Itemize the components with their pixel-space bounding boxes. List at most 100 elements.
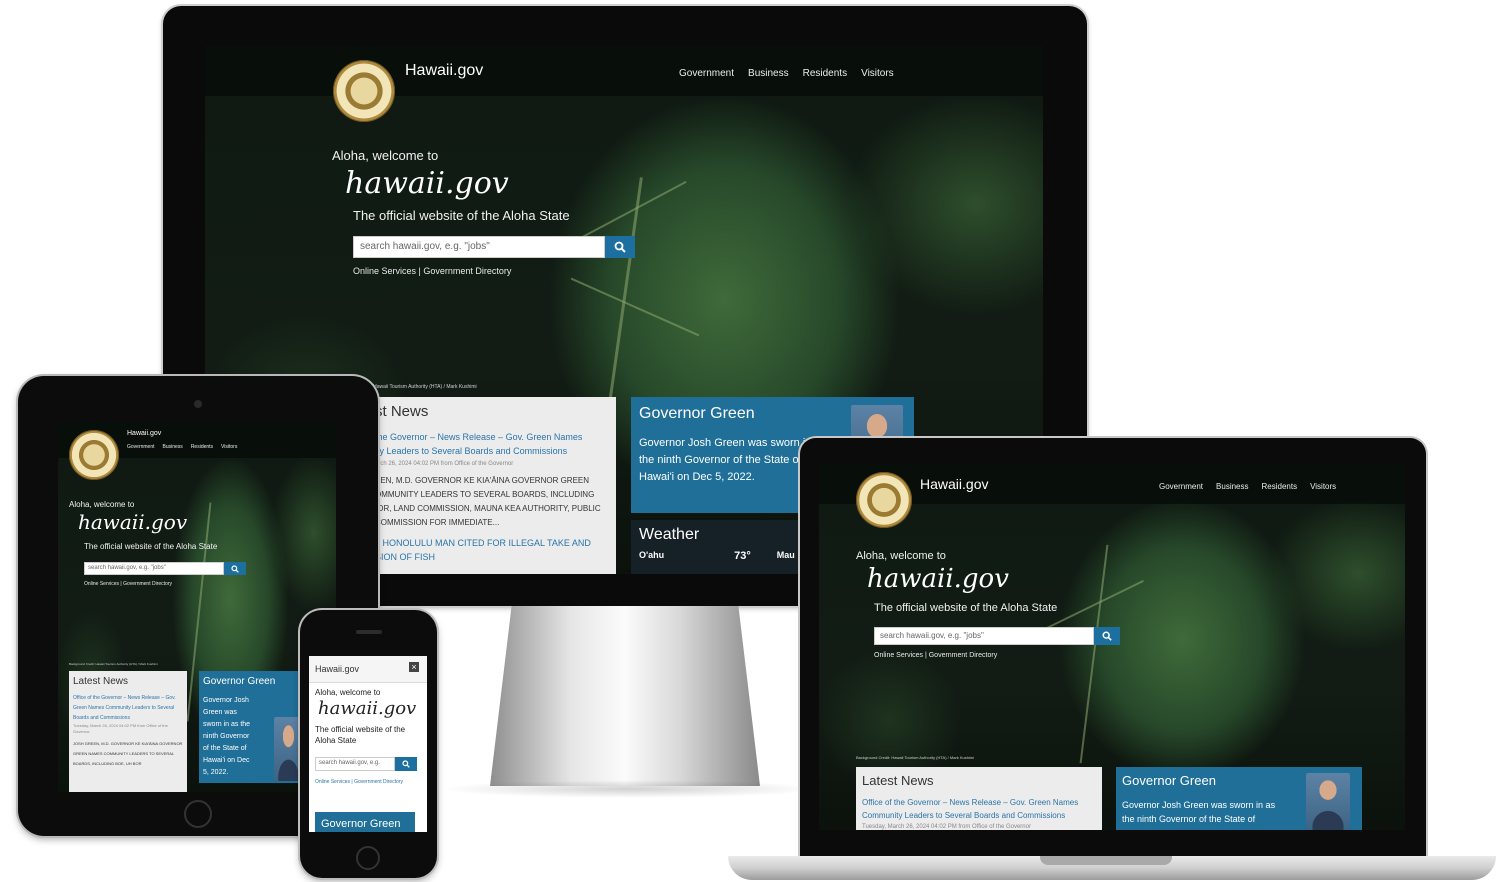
tagline: The official website of the Aloha State [84, 542, 218, 551]
news-item-body: OMMUNITY LEADERS TO SEVERAL BOARDS, INCL… [375, 490, 595, 499]
search-icon [402, 760, 410, 768]
main-nav: Government Business Residents Visitors [127, 444, 237, 450]
site-title[interactable]: Hawaii.gov [920, 476, 988, 492]
weather-island: O'ahu [639, 550, 665, 560]
search-icon [1102, 631, 1112, 641]
nav-business[interactable]: Business [1216, 482, 1248, 491]
leaf-vein [1044, 579, 1144, 631]
leaf-vein [570, 277, 700, 337]
governor-card: Governor Green Governor Josh Green was s… [199, 671, 303, 783]
tablet-camera [194, 400, 202, 408]
quick-links[interactable]: Online Services | Government Directory [874, 652, 997, 659]
news-item-body: EEN, M.D. GOVERNOR KE KIA'ĀINA GOVERNOR … [375, 476, 590, 485]
monitor-shadow [440, 780, 820, 798]
top-navbar [205, 46, 1043, 96]
nav-visitors[interactable]: Visitors [221, 444, 237, 450]
search-button[interactable] [224, 562, 246, 575]
welcome-text: Aloha, welcome to [69, 500, 135, 509]
governor-photo [1306, 773, 1350, 830]
nav-visitors[interactable]: Visitors [1310, 482, 1336, 491]
news-item-date: arch 26, 2024 04:02 PM from Office of th… [375, 461, 514, 467]
site-title[interactable]: Hawaii.gov [127, 430, 161, 437]
quick-links[interactable]: Online Services | Government Directory [84, 581, 172, 587]
state-seal-logo[interactable] [856, 472, 912, 528]
site-title[interactable]: Hawaii.gov [315, 664, 359, 674]
latest-news-card: Latest News Office of the Governor – New… [69, 671, 187, 792]
laptop-lid: Hawaii.gov Government Business Residents… [800, 438, 1426, 858]
news-item-body: COMMISSION FOR IMMEDIATE... [375, 518, 500, 527]
governor-photo [274, 717, 303, 781]
state-seal-logo[interactable] [333, 60, 395, 122]
tagline: The official website of the Aloha State [315, 725, 406, 745]
news-item-link[interactable]: Office of the Governor – News Release – … [73, 693, 183, 723]
news-item-link[interactable]: SION OF FISH [375, 550, 616, 564]
tagline: The official website of the Aloha State [874, 602, 1058, 614]
news-heading: Latest News [862, 773, 934, 788]
search-input[interactable]: search hawaii.gov, e.g. "jobs" [874, 627, 1094, 645]
governor-heading: Governor Green [203, 676, 276, 687]
main-nav: Government Business Residents Visitors [1159, 482, 1336, 491]
tablet-screen: Hawaii.gov Government Business Residents… [58, 422, 336, 792]
search-input[interactable]: search hawaii.gov, e.g. "jobs" [84, 562, 224, 575]
search-icon [231, 564, 239, 573]
nav-business[interactable]: Business [163, 444, 183, 450]
nav-business[interactable]: Business [748, 68, 789, 79]
search-input[interactable]: search hawaii.gov, e.g. [315, 757, 395, 771]
news-item-date: Tuesday, March 26, 2024 04:02 PM from Of… [73, 723, 168, 734]
photo-credit: Background Credit: Hawaii Tourism Author… [856, 755, 975, 760]
nav-government[interactable]: Government [679, 68, 734, 79]
news-heading: st News [375, 403, 429, 420]
main-nav: Government Business Residents Visitors [679, 68, 894, 79]
governor-text: Governor Josh Green was sworn in as the … [203, 697, 251, 776]
phone-device: Hawaii.gov × Aloha, welcome to hawaii.go… [300, 610, 437, 878]
photo-credit: Background Credit: Hawaii Tourism Author… [69, 662, 158, 666]
news-item-link[interactable]: the Governor – News Release – Gov. Green… [375, 430, 616, 444]
laptop-screen: Hawaii.gov Government Business Residents… [819, 464, 1405, 830]
news-item-body: IOR, LAND COMMISSION, MAUNA KEA AUTHORIT… [375, 504, 601, 513]
search-button[interactable] [605, 236, 635, 258]
tagline: The official website of the Aloha State [353, 208, 570, 223]
search-input[interactable]: search hawaii.gov, e.g. "jobs" [353, 236, 605, 258]
welcome-text: Aloha, welcome to [315, 688, 381, 697]
nav-government[interactable]: Government [127, 444, 155, 450]
nav-government[interactable]: Government [1159, 482, 1203, 491]
leaf-vein [1079, 544, 1109, 764]
governor-heading: Governor Green [321, 818, 401, 830]
quick-links[interactable]: Online Services | Government Directory [315, 778, 405, 787]
news-item-link[interactable]: Office of the Governor – News Release – … [862, 796, 1096, 809]
news-heading: Latest News [73, 676, 129, 687]
nav-visitors[interactable]: Visitors [861, 68, 894, 79]
laptop-notch [1040, 856, 1172, 865]
nav-residents[interactable]: Residents [803, 68, 847, 79]
governor-card: Governor Green Governor Josh Green was s… [1116, 767, 1362, 830]
quick-links[interactable]: Online Services | Government Directory [353, 266, 511, 276]
nav-residents[interactable]: Residents [191, 444, 213, 450]
news-item-date: Tuesday, March 26, 2024 04:02 PM from Of… [862, 824, 1031, 830]
search-button[interactable] [1094, 627, 1120, 645]
governor-card: Governor Green [315, 812, 415, 832]
search-icon [614, 241, 626, 253]
phone-speaker [356, 630, 382, 634]
photo-credit: t: Hawaii Tourism Authority (HTA) / Mark… [369, 384, 477, 390]
welcome-text: Aloha, welcome to [856, 550, 946, 562]
welcome-text: Aloha, welcome to [332, 148, 439, 163]
hawaii-gov-script-logo: hawaii.gov [345, 166, 509, 201]
news-item-link-line2[interactable]: ity Leaders to Several Boards and Commis… [375, 444, 616, 458]
weather-island-2: Mau [776, 550, 795, 560]
monitor-stand [490, 606, 760, 786]
close-icon[interactable]: × [409, 662, 419, 672]
nav-residents[interactable]: Residents [1262, 482, 1298, 491]
weather-temp: 73° [734, 550, 751, 562]
site-title[interactable]: Hawaii.gov [405, 62, 483, 80]
search-button[interactable] [395, 757, 417, 771]
hawaii-gov-script-logo: hawaii.gov [318, 698, 417, 719]
hawaii-gov-script-logo: hawaii.gov [867, 564, 1009, 594]
latest-news-card: st News the Governor – News Release – Go… [369, 397, 616, 574]
news-item-body: JOSH GREEN, M.D. GOVERNOR KE KIA'ĀINA GO… [73, 741, 183, 766]
phone-header: Hawaii.gov × [309, 656, 427, 683]
phone-home-button [356, 846, 380, 870]
news-item-link[interactable]: – HONOLULU MAN CITED FOR ILLEGAL TAKE AN… [375, 536, 616, 550]
news-item-link-line2[interactable]: Community Leaders to Several Boards and … [862, 809, 1096, 822]
tablet-home-button [184, 800, 212, 828]
state-seal-logo[interactable] [69, 430, 119, 480]
